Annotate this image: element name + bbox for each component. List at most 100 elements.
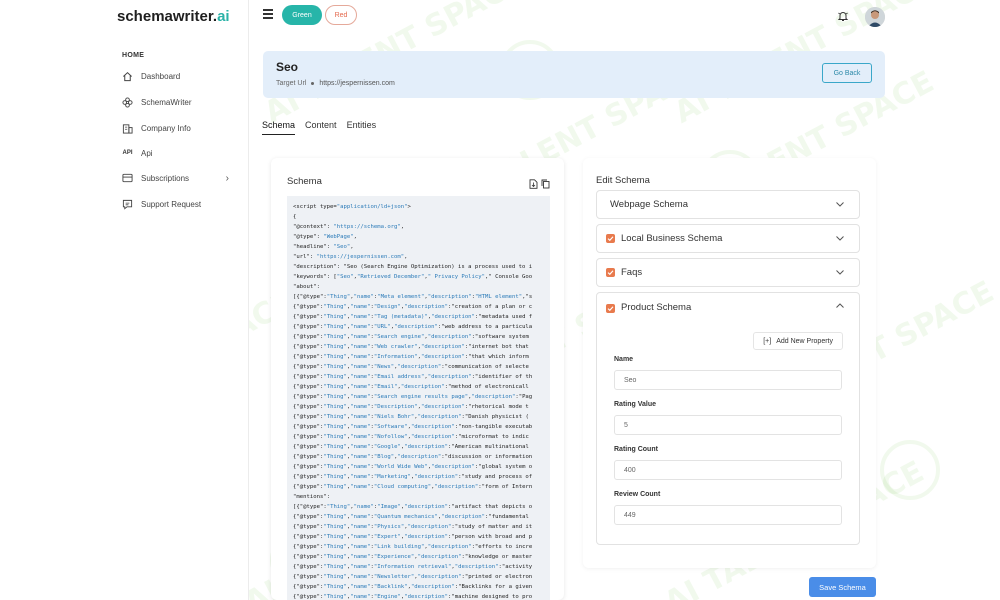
code-line: {"@type":"Thing","name":"Engine","descri… — [293, 594, 533, 600]
code-line: "url": "https://jespernissen.com", — [293, 254, 408, 260]
sidebar-item-label: Support Request — [141, 199, 202, 209]
code-line: {"@type":"Thing","name":"Cloud computing… — [293, 484, 533, 490]
content-tabs: Schema Content Entities — [262, 120, 376, 135]
code-line: {"@type":"Thing","name":"Experience","de… — [293, 554, 533, 560]
sidebar-item-api[interactable]: API Api — [121, 144, 239, 162]
code-line: {"@type":"Thing","name":"Backlink","desc… — [293, 584, 533, 590]
chevron-right-icon: › — [225, 172, 229, 184]
menu-icon[interactable] — [263, 9, 273, 19]
code-line: "mentions": — [293, 494, 331, 500]
edit-schema-panel: Edit Schema Webpage Schema Local Busines… — [583, 158, 876, 568]
code-line: {"@type":"Thing","name":"Information ret… — [293, 564, 533, 570]
code-line: {"@type":"Thing","name":"Information","d… — [293, 354, 529, 360]
code-line: {"@type":"Thing","name":"Design","descri… — [293, 304, 533, 310]
schema-panel: Schema <script type="application/ld+json… — [271, 158, 564, 600]
field-label-rating-value: Rating Value — [614, 401, 657, 408]
code-line: {"@type":"Thing","name":"Niels Bohr","de… — [293, 414, 529, 420]
checkbox-checked-icon[interactable] — [606, 268, 615, 277]
accordion-local-business-schema[interactable]: Local Business Schema — [596, 224, 860, 253]
code-line: {"@type":"Thing","name":"Web crawler","d… — [293, 344, 529, 350]
sidebar-item-support-request[interactable]: Support Request — [121, 195, 239, 213]
copy-icon[interactable] — [541, 176, 550, 194]
avatar[interactable] — [865, 7, 885, 27]
add-new-property-button[interactable]: [+] Add New Property — [753, 332, 843, 350]
sidebar-item-label: Dashboard — [141, 71, 181, 81]
code-line: "@type": "WebPage", — [293, 234, 358, 240]
accordion-label: Product Schema — [621, 302, 692, 313]
code-line: {"@type":"Thing","name":"Tag (metadata)"… — [293, 314, 533, 320]
tab-entities[interactable]: Entities — [347, 120, 377, 135]
bell-icon[interactable] — [837, 9, 849, 21]
sidebar-item-label: Api — [141, 148, 153, 158]
code-line: {"@type":"Thing","name":"News","descript… — [293, 364, 529, 370]
schema-actions — [529, 176, 550, 194]
sidebar-item-label: Company Info — [141, 123, 191, 133]
code-line: {"@type":"Thing","name":"Marketing","des… — [293, 474, 533, 480]
code-line: "keywords": ["Seo","Retrieved December",… — [293, 274, 533, 280]
theme-red-button[interactable]: Red — [325, 5, 357, 25]
accordion-product-schema[interactable]: Product Schema [+] Add New Property Name… — [596, 292, 860, 545]
sidebar-item-dashboard[interactable]: Dashboard — [121, 67, 239, 85]
rating-count-input[interactable]: 400 — [614, 460, 842, 480]
checkbox-checked-icon[interactable] — [606, 234, 615, 243]
tab-schema[interactable]: Schema — [262, 120, 296, 135]
chevron-up-icon — [835, 301, 845, 311]
code-line: {"@type":"Thing","name":"Search engine",… — [293, 334, 529, 340]
code-line: {"@type":"Thing","name":"Description","d… — [293, 404, 529, 410]
sidebar-item-schemawriter[interactable]: SchemaWriter — [121, 93, 239, 111]
add-property-icon: [+] — [763, 337, 772, 345]
chevron-down-icon — [835, 199, 845, 209]
code-line: {"@type":"Thing","name":"Google","descri… — [293, 444, 529, 450]
target-url-label: Target Url — [276, 80, 307, 87]
code-line: "headline": "Seo", — [293, 244, 354, 250]
topbar: Green Red — [249, 0, 1000, 34]
code-line: [{"@type":"Thing","name":"Meta element",… — [293, 294, 533, 300]
code-line: {"@type":"Thing","name":"Expert","descri… — [293, 534, 533, 540]
edit-schema-title: Edit Schema — [596, 175, 650, 186]
go-back-button[interactable]: Go Back — [822, 63, 872, 83]
schema-panel-title: Schema — [287, 176, 322, 187]
flower-icon — [121, 96, 134, 108]
name-input[interactable]: Seo — [614, 370, 842, 390]
rating-value-input[interactable]: 5 — [614, 415, 842, 435]
accordion-label: Local Business Schema — [621, 233, 723, 244]
accordion-label: Webpage Schema — [610, 199, 688, 210]
schema-code-block[interactable]: <script type="application/ld+json"> {"@co… — [287, 196, 550, 600]
field-label-name: Name — [614, 356, 634, 363]
separator-dot — [311, 82, 315, 85]
target-url-value: https://jespernissen.com — [319, 80, 395, 87]
field-label-rating-count: Rating Count — [614, 446, 658, 453]
sidebar-item-label: SchemaWriter — [141, 97, 192, 107]
code-line: {"@type":"Thing","name":"Email","descrip… — [293, 384, 529, 390]
app-logo[interactable]: schemawriter.ai — [117, 8, 230, 25]
review-count-input[interactable]: 449 — [614, 505, 842, 525]
code-line: {"@type":"Thing","name":"URL","descripti… — [293, 324, 533, 330]
code-line: "description": "Seo (Search Engine Optim… — [293, 264, 533, 270]
code-line: {"@type":"Thing","name":"Software","desc… — [293, 424, 533, 430]
chevron-down-icon — [835, 267, 845, 277]
code-line: {"@type":"Thing","name":"Link building",… — [293, 544, 533, 550]
nav-section-home: HOME — [122, 52, 145, 59]
sidebar-item-company-info[interactable]: Company Info — [121, 119, 239, 137]
sidebar: schemawriter.ai HOME Dashboard SchemaWri… — [0, 0, 249, 600]
checkbox-checked-icon[interactable] — [606, 304, 615, 313]
code-line: {"@type":"Thing","name":"Nofollow","desc… — [293, 434, 529, 440]
tab-content[interactable]: Content — [305, 120, 337, 135]
page-title: Seo — [276, 60, 299, 74]
support-icon — [121, 198, 134, 210]
code-line: { — [293, 214, 297, 220]
sidebar-item-label: Subscriptions — [141, 173, 190, 183]
theme-green-button[interactable]: Green — [282, 5, 322, 25]
code-line: {"@type":"Thing","name":"Quantum mechani… — [293, 514, 529, 520]
accordion-faqs[interactable]: Faqs — [596, 258, 860, 287]
card-icon — [121, 172, 134, 184]
save-schema-button[interactable]: Save Schema — [809, 577, 876, 597]
code-line: {"@type":"Thing","name":"Newsletter","de… — [293, 574, 533, 580]
sidebar-item-subscriptions[interactable]: Subscriptions › — [121, 169, 239, 187]
page-header: Seo Target Url https://jespernissen.com … — [263, 51, 885, 98]
code-line: {"@type":"Thing","name":"Email address",… — [293, 374, 533, 380]
download-icon[interactable] — [529, 176, 538, 194]
accordion-webpage-schema[interactable]: Webpage Schema — [596, 190, 860, 219]
code-line: [{"@type":"Thing","name":"Image","descri… — [293, 504, 533, 510]
code-line: {"@type":"Thing","name":"Search engine r… — [293, 394, 533, 400]
